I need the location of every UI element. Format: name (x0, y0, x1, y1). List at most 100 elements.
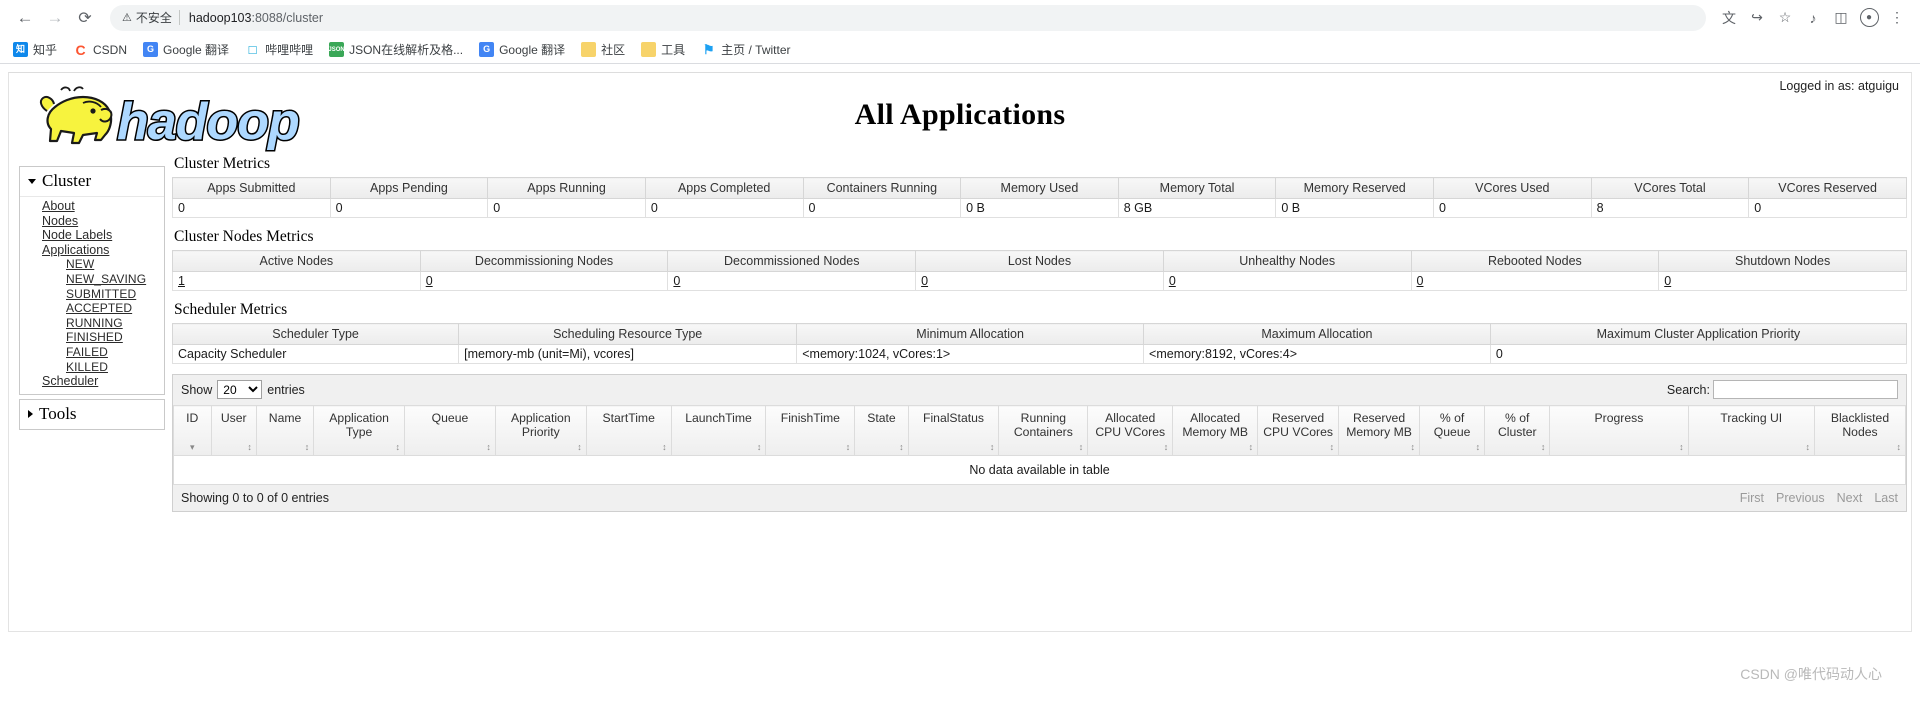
page-first-button[interactable]: First (1740, 491, 1764, 505)
col-finishtime[interactable]: FinishTime ↕ (765, 405, 856, 456)
folder-icon (641, 42, 657, 57)
media-control-icon[interactable]: ♪ (1800, 5, 1826, 31)
bookmark-bilibili[interactable]: □ 哔哩哔哩 (238, 39, 320, 60)
shutdown-nodes-link[interactable]: 0 (1664, 274, 1671, 288)
col-application-priority[interactable]: Application Priority ↕ (494, 405, 587, 456)
applications-table: ID ▾ User ↕ Name ↕ Application Type ↕ Queue ↕… (173, 405, 1907, 485)
sidebar: Cluster About Nodes Node Labels Applicat… (19, 166, 165, 434)
scheduler-metrics-table: Scheduler Type Scheduling Resource Type … (171, 323, 1908, 364)
col-starttime[interactable]: StartTime ↕ (585, 405, 672, 456)
col-reserved-cpu-vcores[interactable]: Reserved CPU VCores ↕ (1257, 405, 1340, 456)
col-percent-of-cluster[interactable]: % of Cluster ↕ (1484, 405, 1551, 456)
browser-toolbar: ← → ⟳ ⚠ 不安全 hadoop103:8088/cluster 文 ↪ ☆… (0, 0, 1920, 36)
unhealthy-nodes-link[interactable]: 0 (1169, 274, 1176, 288)
col-application-type[interactable]: Application Type ↕ (313, 405, 406, 456)
sort-icon: ↕ (899, 442, 904, 452)
sidebar-tools-header[interactable]: Tools (20, 400, 164, 429)
sidebar-cluster-header[interactable]: Cluster (20, 167, 164, 197)
profile-avatar-icon[interactable]: ● (1856, 5, 1882, 31)
table-header-row: ID ▾ User ↕ Name ↕ Application Type ↕ Queue ↕… (173, 405, 1907, 456)
col-progress[interactable]: Progress ↕ (1549, 405, 1689, 456)
bookmark-star-icon[interactable]: ☆ (1772, 5, 1798, 31)
col-name[interactable]: Name ↕ (255, 405, 315, 456)
bookmark-label: 哔哩哔哩 (265, 43, 314, 57)
page-last-button[interactable]: Last (1874, 491, 1898, 505)
col-vcores-reserved: VCores Reserved (1748, 177, 1907, 199)
applications-datatable: Show 20 40 60 80 100 entries Search: (172, 374, 1907, 512)
google-translate-icon: G (143, 42, 159, 57)
active-nodes-link[interactable]: 1 (178, 274, 185, 288)
sidebar-item-accepted[interactable]: ACCEPTED (20, 301, 164, 316)
col-max-cluster-app-priority: Maximum Cluster Application Priority (1489, 323, 1908, 345)
bookmark-label: CSDN (93, 42, 128, 57)
col-tracking-ui[interactable]: Tracking UI ↕ (1687, 405, 1815, 456)
bookmark-json-parser[interactable]: JSON JSON在线解析及格... (322, 39, 470, 60)
bookmark-google-translate[interactable]: G Google 翻译 (136, 39, 236, 60)
col-launchtime[interactable]: LaunchTime ↕ (670, 405, 767, 456)
sidebar-item-node-labels[interactable]: Node Labels (20, 228, 164, 243)
col-finalstatus[interactable]: FinalStatus ↕ (907, 405, 1000, 456)
page-previous-button[interactable]: Previous (1776, 491, 1825, 505)
reload-icon[interactable]: ⟳ (70, 3, 100, 33)
sidebar-item-failed[interactable]: FAILED (20, 345, 164, 360)
col-allocated-cpu-vcores[interactable]: Allocated CPU VCores ↕ (1087, 405, 1174, 456)
lost-nodes-link[interactable]: 0 (921, 274, 928, 288)
sort-desc-icon: ▾ (190, 442, 195, 452)
warning-icon: ⚠ (122, 12, 132, 24)
col-state[interactable]: State ↕ (854, 405, 909, 456)
browser-menu-icon[interactable]: ⋮ (1884, 5, 1910, 31)
url-path: :8088/cluster (251, 10, 324, 25)
page-next-button[interactable]: Next (1837, 491, 1863, 505)
sidebar-item-killed[interactable]: KILLED (20, 360, 164, 375)
address-bar[interactable]: ⚠ 不安全 hadoop103:8088/cluster (110, 4, 1706, 31)
sidebar-item-applications[interactable]: Applications (20, 243, 164, 258)
rebooted-nodes-link[interactable]: 0 (1417, 274, 1424, 288)
translate-icon[interactable]: 文 (1716, 5, 1742, 31)
col-running-containers[interactable]: Running Containers ↕ (998, 405, 1089, 456)
back-icon[interactable]: ← (10, 3, 40, 33)
col-percent-of-queue[interactable]: % of Queue ↕ (1419, 405, 1486, 456)
col-user[interactable]: User ↕ (210, 405, 257, 456)
sidebar-item-scheduler[interactable]: Scheduler (20, 374, 164, 389)
col-apps-submitted: Apps Submitted (172, 177, 331, 199)
bookmark-folder-community[interactable]: 社区 (574, 39, 632, 60)
decommissioning-nodes-link[interactable]: 0 (426, 274, 433, 288)
col-queue[interactable]: Queue ↕ (404, 405, 496, 456)
split-screen-icon[interactable]: ◫ (1828, 5, 1854, 31)
sidebar-item-new[interactable]: NEW (20, 257, 164, 272)
col-reserved-memory-mb[interactable]: Reserved Memory MB ↕ (1338, 405, 1421, 456)
share-icon[interactable]: ↪ (1744, 5, 1770, 31)
cluster-metrics-title: Cluster Metrics (174, 155, 270, 172)
sidebar-item-about[interactable]: About (20, 199, 164, 214)
forward-icon[interactable]: → (40, 3, 70, 33)
decommissioned-nodes-link[interactable]: 0 (673, 274, 680, 288)
sidebar-tools-label: Tools (39, 403, 77, 423)
col-apps-running: Apps Running (487, 177, 646, 199)
col-blacklisted-nodes[interactable]: Blacklisted Nodes ↕ (1813, 405, 1907, 456)
col-rebooted-nodes: Rebooted Nodes (1410, 250, 1660, 272)
page-length-select[interactable]: 20 40 60 80 100 (217, 380, 263, 399)
search-input[interactable] (1713, 380, 1898, 399)
sidebar-item-finished[interactable]: FINISHED (20, 330, 164, 345)
cell-scheduling-resource-type: [memory-mb (unit=Mi), vcores] (458, 344, 798, 364)
empty-message: No data available in table (173, 455, 1906, 485)
bookmark-zhihu[interactable]: 知 知乎 (6, 39, 64, 60)
bookmark-folder-tools[interactable]: 工具 (634, 39, 692, 60)
cell-vcores-total: 8 (1590, 198, 1750, 218)
col-id[interactable]: ID ▾ (173, 405, 212, 456)
sidebar-item-submitted[interactable]: SUBMITTED (20, 287, 164, 302)
bookmark-google-translate-2[interactable]: G Google 翻译 (472, 39, 572, 60)
bookmark-csdn[interactable]: C CSDN (66, 40, 134, 59)
col-allocated-memory-mb[interactable]: Allocated Memory MB ↕ (1172, 405, 1259, 456)
sidebar-item-nodes[interactable]: Nodes (20, 214, 164, 229)
table-header-row: Scheduler Type Scheduling Resource Type … (171, 323, 1908, 345)
not-secure-label: 不安全 (135, 11, 172, 25)
col-decommissioned-nodes: Decommissioned Nodes (667, 250, 917, 272)
bilibili-icon: □ (245, 42, 261, 57)
col-active-nodes: Active Nodes (172, 250, 421, 272)
toolbar-icons: 文 ↪ ☆ ♪ ◫ ● ⋮ (1716, 5, 1910, 31)
col-shutdown-nodes: Shutdown Nodes (1658, 250, 1907, 272)
sidebar-item-new-saving[interactable]: NEW_SAVING (20, 272, 164, 287)
bookmark-twitter[interactable]: ⚑ 主页 / Twitter (694, 39, 797, 60)
sidebar-item-running[interactable]: RUNNING (20, 316, 164, 331)
